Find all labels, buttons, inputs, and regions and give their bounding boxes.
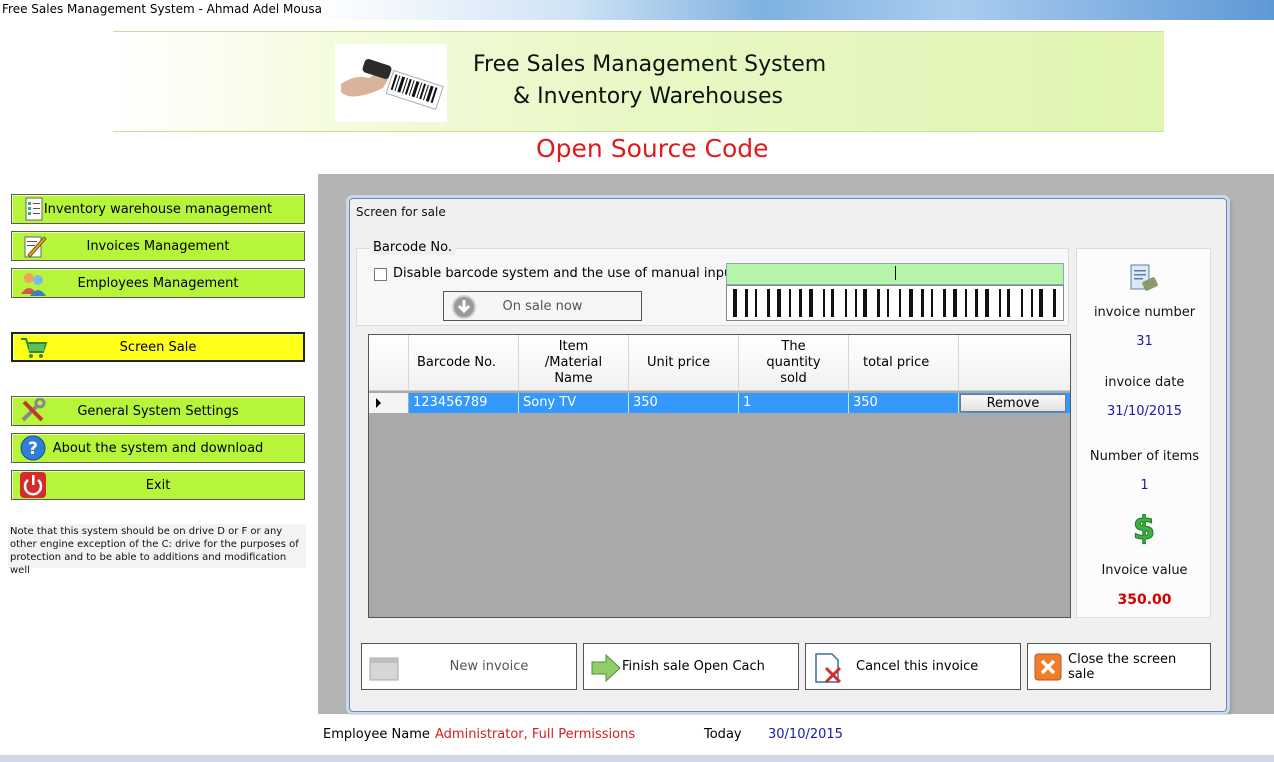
svg-text:$: $ [1133, 511, 1155, 545]
close-icon [1034, 653, 1062, 681]
new-invoice-label: New invoice [449, 659, 529, 674]
tools-icon [18, 397, 48, 424]
invoice-value-amount: 350.00 [1117, 592, 1172, 608]
items-count-value: 1 [1140, 478, 1149, 493]
sidebar-item-about[interactable]: ? About the system and download [11, 433, 305, 463]
sidebar: Inventory warehouse management Invoices … [0, 174, 318, 714]
cell-item-name[interactable]: Sony TV [519, 393, 629, 413]
banner-title-line1: Free Sales Management System [473, 52, 827, 77]
employee-name-value: Administrator, Full Permissions [435, 727, 636, 742]
sidebar-item-label: Employees Management [77, 275, 239, 291]
svg-text:?: ? [28, 439, 38, 459]
cancel-invoice-button[interactable]: Cancel this invoice [805, 643, 1021, 690]
barcode-scanner-image [335, 44, 447, 122]
barcode-group-label: Barcode No. [370, 240, 456, 255]
grid-corner [369, 335, 409, 391]
invoice-number-value: 31 [1136, 334, 1153, 349]
invoice-document-icon [1127, 263, 1161, 299]
cell-barcode[interactable]: 123456789 [409, 393, 519, 413]
remove-item-button[interactable]: Remove [960, 394, 1066, 412]
sidebar-item-label: Exit [145, 477, 171, 493]
finish-sale-button[interactable]: Finish sale Open Cach [583, 643, 799, 690]
green-arrow-icon [590, 652, 622, 684]
sidebar-item-label: General System Settings [77, 403, 239, 419]
grid-header: Barcode No. Item /Material Name Unit pri… [369, 335, 1070, 391]
invoice-date-label: invoice date [1104, 375, 1185, 390]
cart-icon [19, 335, 49, 361]
sidebar-item-settings[interactable]: General System Settings [11, 396, 305, 426]
barcode-image [726, 285, 1064, 321]
sidebar-item-screen-sale[interactable]: Screen Sale [11, 332, 305, 362]
dialog-title: Screen for sale [356, 205, 446, 219]
cell-quantity[interactable]: 1 [739, 393, 849, 413]
column-header-quantity[interactable]: The quantity sold [739, 335, 849, 391]
users-icon [18, 270, 48, 296]
dollar-icon: $ [1129, 509, 1159, 549]
sidebar-item-exit[interactable]: Exit [11, 470, 305, 500]
on-sale-label: On sale now [502, 298, 583, 314]
pencil-paper-icon [18, 233, 48, 259]
blank-document-icon [368, 652, 400, 684]
manual-input-checkbox[interactable] [374, 268, 387, 281]
drive-note: Note that this system should be on drive… [8, 524, 306, 576]
column-header-total[interactable]: total price [849, 335, 959, 391]
window-bottom-edge [0, 755, 1274, 762]
text-cursor [895, 266, 896, 280]
row-selector[interactable] [369, 393, 409, 413]
column-header-unit-price[interactable]: Unit price [629, 335, 739, 391]
invoice-value-label: Invoice value [1101, 563, 1188, 578]
cell-unit-price[interactable]: 350 [629, 393, 739, 413]
invoice-date-value: 31/10/2015 [1107, 404, 1182, 419]
cancel-document-icon [812, 652, 844, 684]
sidebar-item-label: About the system and download [52, 440, 264, 456]
finish-sale-label: Finish sale Open Cach [622, 659, 765, 674]
status-bar: Employee Name Administrator, Full Permis… [318, 715, 1274, 755]
column-header-barcode[interactable]: Barcode No. [409, 335, 519, 391]
invoice-info-panel: invoice number 31 invoice date 31/10/201… [1076, 248, 1211, 618]
sidebar-item-employees[interactable]: Employees Management [11, 268, 305, 298]
banner-title-line2: & Inventory Warehouses [513, 84, 783, 109]
help-icon: ? [18, 435, 48, 461]
open-source-label: Open Source Code [536, 134, 769, 163]
items-count-label: Number of items [1089, 449, 1200, 464]
sidebar-item-inventory[interactable]: Inventory warehouse management [11, 194, 305, 224]
column-header-action [959, 335, 1070, 391]
power-icon [18, 472, 48, 498]
sale-items-grid: Barcode No. Item /Material Name Unit pri… [368, 334, 1071, 618]
column-header-item[interactable]: Item /Material Name [519, 335, 629, 391]
cancel-invoice-label: Cancel this invoice [856, 659, 979, 674]
cell-total-price[interactable]: 350 [849, 393, 959, 413]
close-screen-label: Close the screen sale [1068, 651, 1177, 682]
sidebar-item-label: Invoices Management [86, 238, 230, 254]
window-title: Free Sales Management System - Ahmad Ade… [2, 2, 322, 16]
close-screen-button[interactable]: Close the screen sale [1027, 643, 1211, 690]
today-value: 30/10/2015 [768, 727, 843, 742]
sale-dialog: Screen for sale Barcode No. Disable barc… [349, 198, 1227, 712]
today-label: Today [704, 727, 742, 742]
sidebar-item-invoices[interactable]: Invoices Management [11, 231, 305, 261]
new-invoice-button[interactable]: New invoice [361, 643, 577, 690]
invoice-number-label: invoice number [1093, 305, 1196, 320]
sidebar-item-label: Screen Sale [119, 339, 197, 355]
window-title-bar: Free Sales Management System - Ahmad Ade… [0, 0, 1274, 20]
header-banner: Free Sales Management System & Inventory… [113, 31, 1164, 132]
table-row[interactable]: 123456789 Sony TV 350 1 350 Remove [369, 393, 1070, 413]
manual-input-label: Disable barcode system and the use of ma… [393, 266, 738, 281]
sidebar-item-label: Inventory warehouse management [43, 201, 273, 217]
checklist-icon [18, 196, 48, 222]
on-sale-button[interactable]: On sale now [443, 291, 642, 321]
employee-name-label: Employee Name [323, 727, 430, 742]
download-arrow-icon [452, 295, 476, 319]
